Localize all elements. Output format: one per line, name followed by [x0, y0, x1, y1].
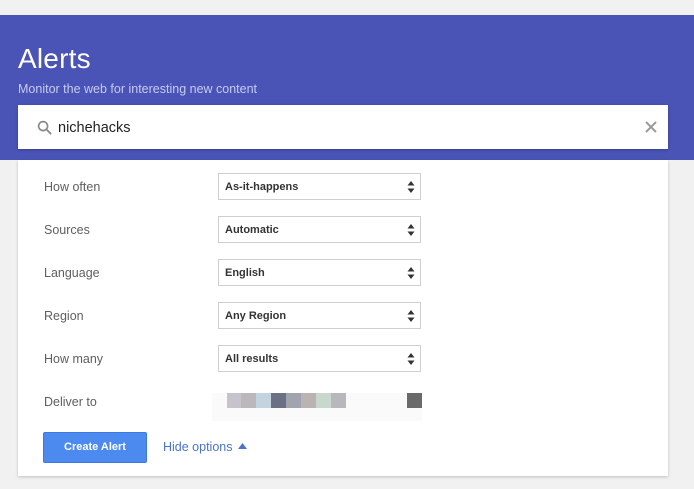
close-icon[interactable] [644, 120, 658, 134]
select-arrows-icon [407, 224, 415, 236]
language-label: Language [44, 266, 100, 280]
redacted-pixel [301, 393, 316, 408]
redacted-pixel [286, 393, 301, 408]
redacted-pixel [227, 393, 241, 408]
create-alert-button[interactable]: Create Alert [43, 432, 147, 463]
redacted-pixel [407, 393, 422, 408]
search-query[interactable]: nichehacks [58, 120, 131, 136]
language-value: English [225, 267, 265, 279]
sources-value: Automatic [225, 224, 279, 236]
options-panel: How often As-it-happens Sources Automati… [18, 160, 668, 476]
region-value: Any Region [225, 310, 287, 322]
select-arrows-icon [407, 353, 415, 365]
caret-up-icon[interactable] [238, 443, 247, 449]
top-strip [0, 0, 694, 15]
how-often-value: As-it-happens [225, 181, 299, 193]
how-many-value: All results [225, 353, 279, 365]
how-many-select[interactable]: All results [218, 345, 421, 372]
select-arrows-icon [407, 310, 415, 322]
how-often-select[interactable]: As-it-happens [218, 173, 421, 200]
sources-select[interactable]: Automatic [218, 216, 421, 243]
redacted-pixel [241, 393, 256, 408]
deliver-to-label: Deliver to [44, 395, 97, 409]
select-arrows-icon [407, 181, 415, 193]
search-input[interactable]: nichehacks [18, 105, 668, 149]
page-title: Alerts [18, 43, 91, 74]
how-many-label: How many [44, 352, 104, 366]
redacted-pixel [331, 393, 346, 408]
sources-label: Sources [44, 223, 90, 237]
select-arrows-icon [407, 267, 415, 279]
hide-options-link[interactable]: Hide options [163, 440, 233, 454]
how-often-label: How often [44, 180, 101, 194]
deliver-to-select-redacted[interactable] [212, 393, 422, 421]
redacted-pixel [256, 393, 271, 408]
region-select[interactable]: Any Region [218, 302, 421, 329]
redacted-pixel [316, 393, 331, 408]
language-select[interactable]: English [218, 259, 421, 286]
search-icon [37, 120, 52, 135]
region-label: Region [44, 309, 84, 323]
redacted-pixel [271, 393, 286, 408]
page-subtitle: Monitor the web for interesting new cont… [18, 82, 258, 96]
